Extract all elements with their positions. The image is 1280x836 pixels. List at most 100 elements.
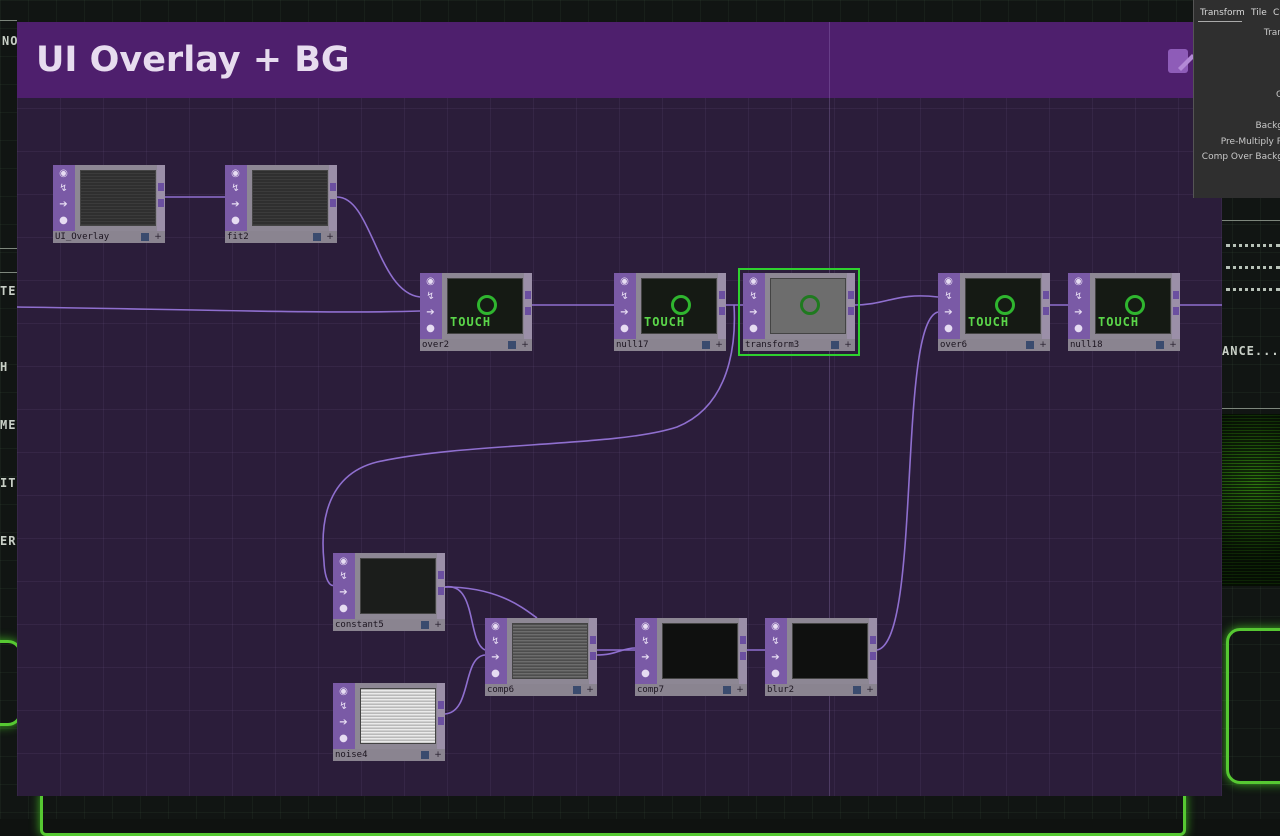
output-connector[interactable] [525, 291, 531, 299]
viewer-icon[interactable]: ◉ [769, 620, 782, 633]
lock-icon[interactable]: ● [489, 667, 502, 680]
plus-icon[interactable]: + [714, 339, 724, 351]
viewer-icon[interactable]: ◉ [1072, 275, 1085, 288]
viewer-toggle[interactable] [421, 621, 429, 629]
plus-icon[interactable]: + [1038, 339, 1048, 351]
viewer-toggle[interactable] [1026, 341, 1034, 349]
node-comp7[interactable]: ◉ ↯ ➔ ● comp7 + [635, 618, 747, 696]
viewer-icon[interactable]: ◉ [337, 555, 350, 568]
output-connector[interactable] [1043, 291, 1049, 299]
node-transform3[interactable]: ◉ ↯ ➔ ● transform3 + [738, 268, 860, 356]
node-ui-overlay[interactable]: ◉ ↯ ➔ ● UI_Overlay + [53, 165, 165, 243]
lock-icon[interactable]: ● [57, 214, 70, 227]
plus-icon[interactable]: + [433, 749, 443, 761]
output-connector[interactable] [848, 307, 854, 315]
output-connector[interactable] [158, 183, 164, 191]
bypass-icon[interactable]: ↯ [1072, 290, 1085, 303]
plus-icon[interactable]: + [865, 684, 875, 696]
node-fit2[interactable]: ◉ ↯ ➔ ● fit2 + [225, 165, 337, 243]
arrow-icon[interactable]: ➔ [639, 651, 652, 664]
viewer-icon[interactable]: ◉ [489, 620, 502, 633]
lock-icon[interactable]: ● [747, 322, 760, 335]
output-connector[interactable] [848, 291, 854, 299]
arrow-icon[interactable]: ➔ [618, 306, 631, 319]
output-connector[interactable] [438, 587, 444, 595]
output-connector[interactable] [330, 199, 336, 207]
node-null18[interactable]: ◉ ↯ ➔ ● TOUCH null18 + [1068, 273, 1180, 351]
output-connector[interactable] [590, 652, 596, 660]
viewer-toggle[interactable] [1156, 341, 1164, 349]
tab-transform[interactable]: Transform [1200, 6, 1245, 20]
output-connector[interactable] [438, 717, 444, 725]
arrow-icon[interactable]: ➔ [424, 306, 437, 319]
bypass-icon[interactable]: ↯ [942, 290, 955, 303]
viewer-icon[interactable]: ◉ [337, 685, 350, 698]
viewer-icon[interactable]: ◉ [618, 275, 631, 288]
lock-icon[interactable]: ● [337, 732, 350, 745]
node-over2[interactable]: ◉ ↯ ➔ ● TOUCH over2 + [420, 273, 532, 351]
output-connector[interactable] [158, 199, 164, 207]
arrow-icon[interactable]: ➔ [942, 306, 955, 319]
viewer-toggle[interactable] [313, 233, 321, 241]
plus-icon[interactable]: + [585, 684, 595, 696]
bypass-icon[interactable]: ↯ [337, 570, 350, 583]
node-over6[interactable]: ◉ ↯ ➔ ● TOUCH over6 + [938, 273, 1050, 351]
node-null17[interactable]: ◉ ↯ ➔ ● TOUCH null17 + [614, 273, 726, 351]
viewer-toggle[interactable] [508, 341, 516, 349]
lock-icon[interactable]: ● [769, 667, 782, 680]
node-comp6[interactable]: ◉ ↯ ➔ ● comp6 + [485, 618, 597, 696]
viewer-toggle[interactable] [421, 751, 429, 759]
viewer-toggle[interactable] [141, 233, 149, 241]
output-connector[interactable] [870, 636, 876, 644]
output-connector[interactable] [1173, 307, 1179, 315]
tab-c[interactable]: C [1273, 6, 1279, 20]
plus-icon[interactable]: + [843, 339, 853, 351]
viewer-toggle[interactable] [702, 341, 710, 349]
viewer-toggle[interactable] [853, 686, 861, 694]
arrow-icon[interactable]: ➔ [747, 306, 760, 319]
network-editor[interactable]: UI Overlay + BG ◉ ↯ ➔ ● UI_Overlay + ◉ ↯… [17, 22, 1222, 796]
lock-icon[interactable]: ● [618, 322, 631, 335]
node-constant5[interactable]: ◉ ↯ ➔ ● constant5 + [333, 553, 445, 631]
plus-icon[interactable]: + [520, 339, 530, 351]
viewer-icon[interactable]: ◉ [57, 167, 70, 180]
arrow-icon[interactable]: ➔ [337, 586, 350, 599]
viewer-icon[interactable]: ◉ [424, 275, 437, 288]
output-connector[interactable] [525, 307, 531, 315]
viewer-icon[interactable]: ◉ [747, 275, 760, 288]
plus-icon[interactable]: + [735, 684, 745, 696]
bypass-icon[interactable]: ↯ [57, 182, 70, 195]
output-connector[interactable] [1043, 307, 1049, 315]
plus-icon[interactable]: + [325, 231, 335, 243]
viewer-icon[interactable]: ◉ [639, 620, 652, 633]
viewer-icon[interactable]: ◉ [229, 167, 242, 180]
tab-tile[interactable]: Tile [1251, 6, 1267, 20]
lock-icon[interactable]: ● [639, 667, 652, 680]
node-noise4[interactable]: ◉ ↯ ➔ ● noise4 + [333, 683, 445, 761]
viewer-toggle[interactable] [831, 341, 839, 349]
output-connector[interactable] [740, 636, 746, 644]
arrow-icon[interactable]: ➔ [229, 198, 242, 211]
viewer-toggle[interactable] [723, 686, 731, 694]
output-connector[interactable] [870, 652, 876, 660]
bypass-icon[interactable]: ↯ [769, 635, 782, 648]
lock-icon[interactable]: ● [1072, 322, 1085, 335]
node-blur2[interactable]: ◉ ↯ ➔ ● blur2 + [765, 618, 877, 696]
arrow-icon[interactable]: ➔ [337, 716, 350, 729]
lock-icon[interactable]: ● [942, 322, 955, 335]
plus-icon[interactable]: + [153, 231, 163, 243]
plus-icon[interactable]: + [1168, 339, 1178, 351]
output-connector[interactable] [1173, 291, 1179, 299]
arrow-icon[interactable]: ➔ [57, 198, 70, 211]
bypass-icon[interactable]: ↯ [489, 635, 502, 648]
output-connector[interactable] [719, 291, 725, 299]
bypass-icon[interactable]: ↯ [337, 700, 350, 713]
output-connector[interactable] [590, 636, 596, 644]
bypass-icon[interactable]: ↯ [747, 290, 760, 303]
bypass-icon[interactable]: ↯ [229, 182, 242, 195]
output-connector[interactable] [438, 571, 444, 579]
viewer-toggle[interactable] [573, 686, 581, 694]
bypass-icon[interactable]: ↯ [639, 635, 652, 648]
arrow-icon[interactable]: ➔ [1072, 306, 1085, 319]
bypass-icon[interactable]: ↯ [424, 290, 437, 303]
